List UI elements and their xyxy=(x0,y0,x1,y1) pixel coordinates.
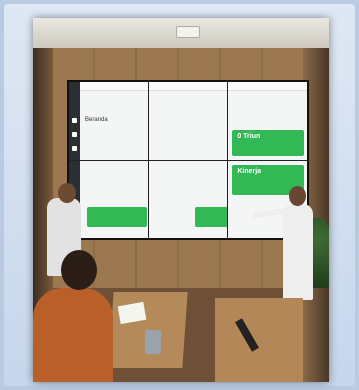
screen-panel xyxy=(148,82,228,160)
man-left-head xyxy=(58,183,76,203)
meeting-room-photo: Beranda 0 Triun Kinerja xyxy=(33,18,329,382)
screen-panel xyxy=(148,160,228,238)
card-title: Kinerja xyxy=(237,167,262,175)
ceiling xyxy=(33,18,329,48)
sidebar-icon xyxy=(72,132,77,137)
sidebar-icon xyxy=(72,118,77,123)
desk-right xyxy=(215,298,303,382)
ceiling-light xyxy=(176,26,200,38)
screen-panel: 0 Triun xyxy=(228,82,307,160)
seated-man-body xyxy=(33,288,113,382)
app-sidebar xyxy=(69,82,80,160)
page-heading: Beranda xyxy=(85,117,108,123)
summary-card-top: 0 Triun xyxy=(232,130,305,156)
card-title: 0 Triun xyxy=(237,133,261,140)
presenter-body xyxy=(283,204,313,300)
sidebar-icon xyxy=(72,146,77,151)
browser-bar xyxy=(148,82,228,91)
presenter-head xyxy=(289,186,306,206)
browser-bar xyxy=(228,82,307,91)
summary-card xyxy=(194,206,228,227)
screen-panel: Beranda xyxy=(69,82,148,160)
summary-card xyxy=(87,206,147,227)
laptop xyxy=(145,330,161,354)
seated-man-head xyxy=(61,250,97,290)
video-wall-display: Beranda 0 Triun Kinerja xyxy=(67,80,309,240)
browser-bar xyxy=(69,82,148,91)
